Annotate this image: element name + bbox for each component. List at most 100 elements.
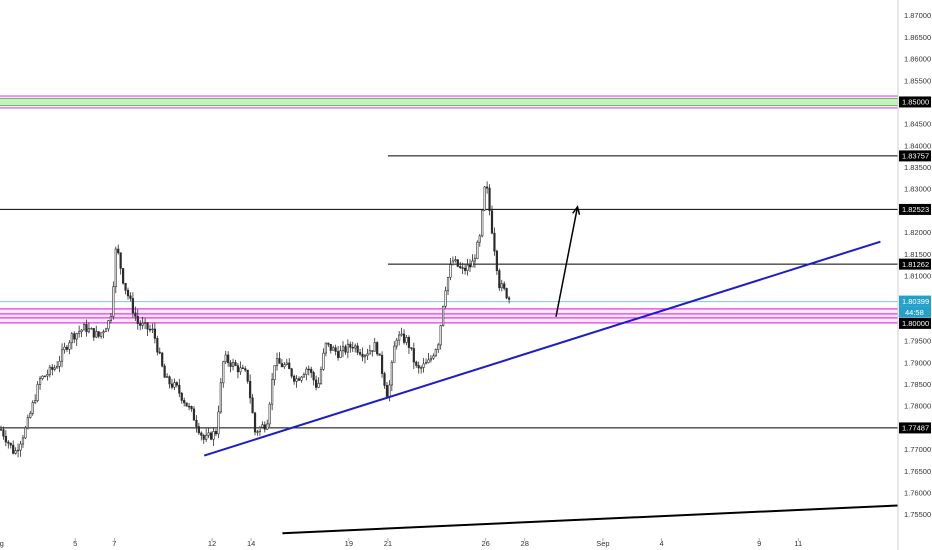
candle xyxy=(271,379,274,405)
candle xyxy=(312,372,315,381)
candle xyxy=(297,378,301,381)
candle xyxy=(144,322,147,324)
candle xyxy=(0,429,3,431)
x-tick-label: 11 xyxy=(794,539,802,548)
candle xyxy=(368,350,371,355)
y-tick-label: 1.81000 xyxy=(904,272,931,281)
candle xyxy=(187,405,191,408)
candle xyxy=(473,258,476,262)
candle xyxy=(134,312,137,317)
candle xyxy=(305,368,308,375)
candle xyxy=(354,345,357,349)
candle xyxy=(73,333,76,340)
candle xyxy=(446,277,450,292)
candle xyxy=(503,283,506,289)
y-tick-label: 1.75500 xyxy=(904,510,931,519)
candle xyxy=(97,331,100,337)
candle xyxy=(395,339,398,347)
candle xyxy=(14,450,17,454)
candle xyxy=(122,268,125,284)
candle xyxy=(388,384,391,397)
candle xyxy=(371,350,374,352)
candle xyxy=(336,351,340,358)
candle xyxy=(393,345,396,363)
candle xyxy=(341,346,345,352)
candle xyxy=(329,344,332,351)
candle xyxy=(239,367,242,373)
y-tick-label: 1.84000 xyxy=(904,141,931,150)
candle xyxy=(119,252,122,269)
candle xyxy=(4,435,7,443)
price-tag-label: 1.77487 xyxy=(902,424,929,433)
candle xyxy=(332,347,335,351)
candle xyxy=(405,337,408,343)
candle xyxy=(461,267,464,269)
candle xyxy=(339,350,342,358)
candle xyxy=(464,267,467,271)
candle xyxy=(48,366,51,375)
candle xyxy=(285,362,288,365)
candle xyxy=(78,331,81,334)
candle xyxy=(300,376,303,381)
candle xyxy=(427,359,430,363)
candle xyxy=(432,355,435,359)
candle xyxy=(180,392,183,401)
candle xyxy=(205,434,208,440)
levels-layer xyxy=(0,155,898,429)
y-tick-label: 1.78500 xyxy=(904,380,931,389)
candle xyxy=(16,449,20,452)
candle xyxy=(207,432,210,436)
candle xyxy=(290,368,293,377)
candle xyxy=(451,260,455,265)
candle xyxy=(266,423,269,430)
candle xyxy=(82,324,86,331)
candle xyxy=(273,365,276,380)
candle xyxy=(60,349,64,362)
candle xyxy=(212,431,215,440)
candle xyxy=(490,210,494,234)
candle xyxy=(146,322,149,330)
candle xyxy=(356,345,359,353)
candle xyxy=(437,344,440,350)
trendline-lower-trendline xyxy=(282,504,899,535)
candle xyxy=(327,342,330,345)
candle xyxy=(178,384,181,394)
candle xyxy=(322,352,325,370)
candle xyxy=(351,346,354,349)
y-tick-label: 1.79500 xyxy=(904,337,931,346)
candle xyxy=(124,282,127,291)
y-tick-label: 1.78000 xyxy=(904,402,931,411)
candle xyxy=(412,348,415,363)
candle xyxy=(63,346,66,351)
candle xyxy=(53,367,56,370)
y-tick-label: 1.81500 xyxy=(904,250,931,259)
candle xyxy=(202,435,205,440)
candle xyxy=(346,343,349,353)
y-tick-label: 1.79000 xyxy=(904,358,931,367)
candle xyxy=(410,347,413,349)
price-chart[interactable]: 1.87000 1.86500 1.86000 1.85500 1.84500 1.840… xyxy=(0,0,932,550)
candle xyxy=(317,382,320,388)
time-axis[interactable]: Aug 5 7 12 14 19 21 26 28 Sep 4 9 11 xyxy=(0,538,802,548)
candle xyxy=(390,362,393,386)
candle xyxy=(75,333,78,340)
candle xyxy=(319,369,323,384)
candle xyxy=(505,288,508,299)
x-tick-label: 26 xyxy=(481,539,489,548)
candle xyxy=(170,383,174,388)
candle xyxy=(310,368,313,373)
candle xyxy=(424,362,428,365)
candle xyxy=(261,424,264,428)
candle xyxy=(141,322,144,326)
candle xyxy=(241,367,244,369)
candle xyxy=(378,353,381,356)
candle xyxy=(219,382,222,413)
candle xyxy=(100,332,103,337)
candle xyxy=(495,250,498,271)
candle xyxy=(283,364,286,368)
candle xyxy=(383,373,386,386)
candle xyxy=(158,351,161,354)
candle xyxy=(344,346,347,353)
candle xyxy=(307,368,310,371)
candle xyxy=(334,347,337,352)
